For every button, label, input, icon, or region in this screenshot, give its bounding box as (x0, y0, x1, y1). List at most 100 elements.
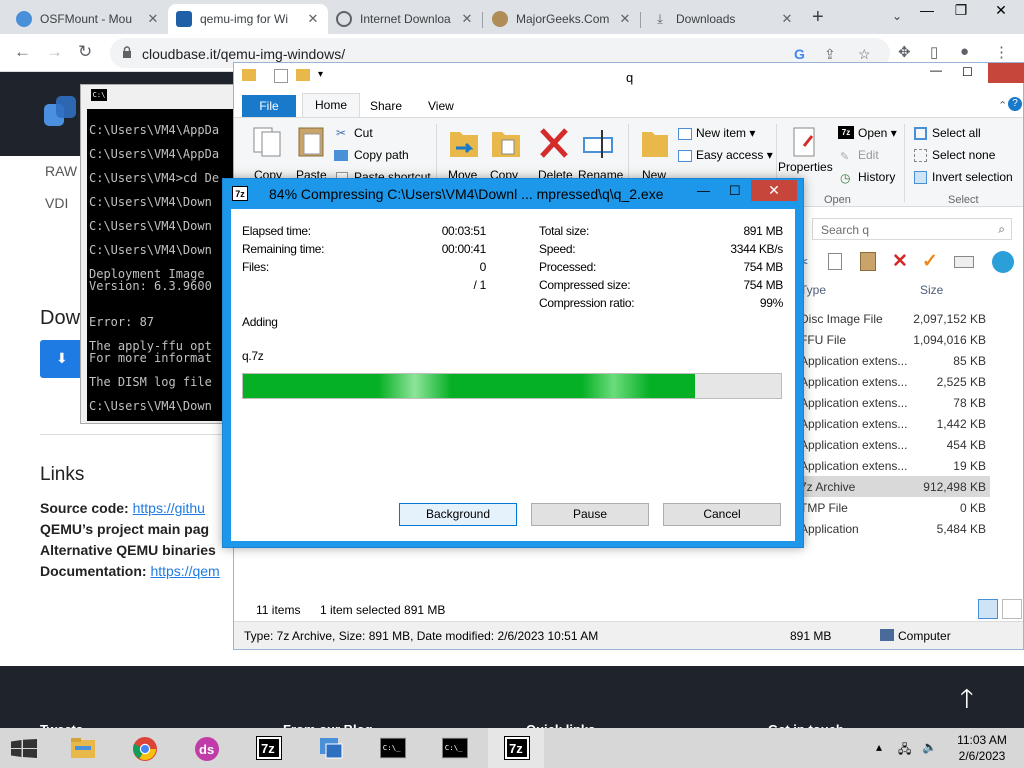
file-row[interactable]: Application extens... 78 KB (800, 392, 990, 413)
taskbar-chrome[interactable] (116, 728, 172, 768)
tab-downloads[interactable]: ⤓ Downloads ✕ (644, 4, 802, 34)
tab-qemu-img[interactable]: qemu-img for Wi ✕ (168, 4, 328, 34)
volume-icon[interactable]: 🔈 (922, 740, 937, 754)
close-icon[interactable]: ✕ (780, 11, 794, 27)
taskbar-7zip[interactable]: 7z (240, 728, 296, 768)
tab-file[interactable]: File (242, 95, 296, 117)
qemu-main-page-line[interactable]: QEMU’s project main pag (40, 521, 209, 537)
minimize-icon[interactable]: — (912, 2, 942, 18)
compression-progress-dialog[interactable]: 7z 84% Compressing C:\Users\VM4\Downl ..… (222, 178, 804, 548)
search-input[interactable]: Search q ⌕ (812, 218, 1012, 240)
selection-info: 1 item selected 891 MB (320, 603, 446, 617)
new-tab-button[interactable]: + (812, 6, 824, 29)
close-icon[interactable]: ✕ (146, 11, 160, 27)
maximize-icon[interactable]: ☐ (962, 65, 973, 79)
file-row[interactable]: Application extens... 19 KB (800, 455, 990, 476)
checkmark-icon[interactable]: ✓ (922, 250, 938, 273)
large-icons-view-icon[interactable] (1002, 599, 1022, 619)
pause-button[interactable]: Pause (531, 503, 649, 526)
extensions-puzzle-icon[interactable]: ✥ (898, 43, 911, 61)
restore-icon[interactable]: ❐ (946, 2, 976, 19)
taskbar-cmd-1[interactable]: C:\_ (364, 728, 420, 768)
minimize-icon[interactable]: — (930, 63, 942, 77)
console-output[interactable]: C:\Users\VM4\AppDa C:\Users\VM4\AppDa C:… (87, 109, 241, 421)
download-button[interactable]: ⬇ (40, 340, 84, 378)
taskbar-ds-app[interactable]: ds (178, 728, 234, 768)
taskbar-cmd-2[interactable]: C:\_ (426, 728, 482, 768)
source-code-link[interactable]: https://githu (133, 500, 205, 516)
paste-icon[interactable] (860, 252, 876, 271)
file-row[interactable]: Application extens... 1,442 KB (800, 413, 990, 434)
tab-home[interactable]: Home (302, 93, 360, 117)
open-button[interactable]: Open ▾ (858, 126, 897, 140)
scroll-to-top-arrow-icon[interactable]: 🡑 (960, 680, 974, 724)
edit-button[interactable]: Edit (858, 148, 879, 162)
share-icon[interactable]: ⇪ (824, 46, 836, 63)
documentation-link[interactable]: https://qem (150, 563, 219, 579)
tab-share[interactable]: Share (370, 99, 402, 113)
alternative-binaries-line[interactable]: Alternative QEMU binaries (40, 542, 216, 558)
command-prompt-window[interactable]: C:\ C:\Users\VM4\AppDa C:\Users\VM4\AppD… (80, 84, 241, 424)
network-icon[interactable]: 🖧 (898, 740, 911, 761)
menu-kebab-icon[interactable]: ⋮ (994, 43, 1009, 61)
file-row[interactable]: Application extens... 85 KB (800, 350, 990, 371)
tab-view[interactable]: View (428, 99, 454, 113)
new-folder-quick-icon[interactable] (296, 69, 310, 81)
column-header-size[interactable]: Size (920, 283, 943, 297)
properties-button[interactable]: Properties (778, 160, 833, 174)
system-clock[interactable]: 11:03 AM 2/6/2023 (952, 732, 1012, 764)
easy-access-button[interactable]: Easy access ▾ (696, 148, 773, 162)
group-label-open: Open (824, 194, 851, 206)
windows-start-icon[interactable] (11, 739, 37, 758)
close-icon[interactable]: ✕ (618, 11, 632, 27)
ribbon-collapse-chevron-icon[interactable]: ⌃ (998, 99, 1007, 112)
minimize-icon[interactable]: — (697, 183, 710, 198)
select-none-button[interactable]: Select none (932, 148, 995, 162)
forward-arrow-icon[interactable]: → (46, 42, 63, 62)
copy-path-button[interactable]: Copy path (354, 148, 409, 162)
tab-osfmount[interactable]: OSFMount - Mou ✕ (8, 4, 168, 34)
close-icon[interactable]: ✕ (986, 2, 1016, 19)
details-view-icon[interactable] (978, 599, 998, 619)
side-panel-icon[interactable]: ▯ (930, 43, 938, 61)
delete-icon[interactable]: ✕ (892, 250, 908, 273)
new-item-button[interactable]: New item ▾ (696, 126, 755, 140)
rename-icon[interactable] (954, 256, 974, 268)
chrome-icon (133, 737, 157, 761)
select-all-button[interactable]: Select all (932, 126, 981, 140)
cancel-button[interactable]: Cancel (663, 503, 781, 526)
taskbar-file-explorer[interactable] (54, 728, 110, 768)
maximize-icon[interactable]: ☐ (729, 183, 741, 199)
dialog-close-button[interactable]: ✕ (751, 180, 797, 201)
globe-icon[interactable] (992, 251, 1014, 273)
file-row[interactable]: Disc Image File 2,097,152 KB (800, 308, 990, 329)
profile-avatar-icon[interactable]: ● (960, 43, 969, 60)
cut-button[interactable]: Cut (354, 126, 373, 140)
google-lens-icon[interactable]: G (794, 46, 805, 62)
back-arrow-icon[interactable]: ← (14, 42, 31, 62)
history-button[interactable]: History (858, 170, 895, 184)
invert-selection-button[interactable]: Invert selection (932, 170, 1013, 184)
file-row[interactable]: Application extens... 2,525 KB (800, 371, 990, 392)
help-icon[interactable]: ? (1008, 97, 1022, 111)
properties-quick-icon[interactable] (274, 69, 288, 83)
file-row[interactable]: Application 5,484 KB (800, 518, 990, 539)
reload-icon[interactable]: ↻ (78, 42, 92, 62)
close-icon[interactable]: ✕ (306, 11, 320, 27)
taskbar-network-app[interactable] (302, 728, 358, 768)
tab-internet-download[interactable]: Internet Downloa ✕ (328, 4, 482, 34)
show-hidden-icons-chevron-icon[interactable]: ▴ (876, 740, 882, 754)
tab-search-chevron-icon[interactable]: ⌄ (892, 9, 902, 23)
file-row[interactable]: FFU File 1,094,016 KB (800, 329, 990, 350)
quick-access-dropdown-icon[interactable]: ▾ (318, 69, 323, 80)
bookmark-star-icon[interactable]: ☆ (858, 46, 871, 63)
file-row-selected[interactable]: 7z Archive 912,498 KB (800, 476, 990, 497)
copy-icon[interactable] (828, 253, 842, 270)
close-icon[interactable]: ✕ (460, 11, 474, 27)
file-toolbar: ✂ ✕ ✓ (796, 249, 1022, 275)
tab-majorgeeks[interactable]: MajorGeeks.Com ✕ (484, 4, 640, 34)
file-row[interactable]: TMP File 0 KB (800, 497, 990, 518)
file-row[interactable]: Application extens... 454 KB (800, 434, 990, 455)
background-button[interactable]: Background (399, 503, 517, 526)
taskbar-7zip-active[interactable]: 7z (488, 728, 544, 768)
